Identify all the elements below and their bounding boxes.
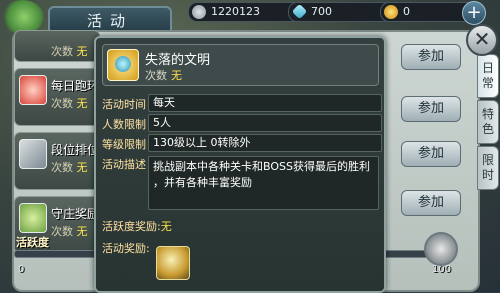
field-value-level: 130级以上 0转除外 <box>148 134 382 152</box>
field-label-desc: 活动描述 <box>102 158 146 171</box>
join-button[interactable]: 参加 <box>401 96 461 122</box>
running-man-icon <box>19 75 47 105</box>
activity-name: 段位排位 <box>51 143 100 157</box>
close-button[interactable]: ✕ <box>466 24 498 56</box>
activity-count: 次数 无 <box>51 161 88 174</box>
description-line: 挑战副本中各种关卡和BOSS获得最后的胜利 <box>153 160 370 173</box>
side-tabs: 日常 特色 限时 <box>477 54 499 192</box>
list-item[interactable]: 次数 无 <box>14 30 100 62</box>
detail-header: 失落的文明 次数无 <box>102 44 379 86</box>
activity-name: 每日跑环 <box>51 79 100 93</box>
activity-detail-popup: 失落的文明 次数无 活动时间 每天 人数限制 5人 等级限制 130级以上 0转… <box>94 36 386 293</box>
guardian-icon <box>19 203 47 233</box>
activity-count: 次数 无 <box>51 97 88 110</box>
field-value-players: 5人 <box>148 114 382 132</box>
field-label-time: 活动时间 <box>102 98 146 111</box>
field-label-level: 等级限制 <box>102 138 146 151</box>
crystal-resource: 700 <box>288 2 392 22</box>
leaf-ornament-icon <box>0 0 44 34</box>
activity-list: 次数 无 每日跑环 次数 无 段位排位 次数 无 守庄奖励 次数 无 <box>14 30 100 260</box>
scale-label: 0 <box>18 264 25 275</box>
silver-coin-icon <box>192 5 206 19</box>
gold-coin-icon <box>384 5 398 19</box>
list-item[interactable]: 段位排位 次数 无 <box>14 132 100 190</box>
activity-count: 次数 无 <box>51 225 88 238</box>
top-bar: 活动 1220123 700 0 + <box>0 0 500 38</box>
reward-label: 活动奖励: <box>102 242 150 255</box>
tab-special[interactable]: 特色 <box>477 100 499 144</box>
silver-value: 1220123 <box>211 5 260 18</box>
gold-value: 0 <box>403 5 410 18</box>
activity-icon <box>107 49 139 81</box>
activeness-reward: 活跃度奖励:无 <box>102 220 172 233</box>
sword-icon <box>19 139 47 169</box>
add-currency-button[interactable]: + <box>462 1 486 25</box>
join-button[interactable]: 参加 <box>401 141 461 167</box>
crystal-icon <box>291 3 308 20</box>
activity-name: 守庄奖励 <box>51 207 100 221</box>
detail-title: 失落的文明 <box>145 53 211 68</box>
activeness-label: 活跃度 <box>16 236 49 249</box>
final-reward-icon[interactable] <box>424 232 458 266</box>
activity-count: 次数 无 <box>51 45 88 58</box>
field-value-time: 每天 <box>148 94 382 112</box>
egg-reward-icon[interactable] <box>156 246 190 280</box>
list-item[interactable]: 每日跑环 次数 无 <box>14 68 100 126</box>
detail-count: 次数无 <box>145 69 182 82</box>
crystal-value: 700 <box>311 5 332 18</box>
tab-daily[interactable]: 日常 <box>477 54 499 98</box>
join-button[interactable]: 参加 <box>401 44 461 70</box>
field-label-players: 人数限制 <box>102 118 146 131</box>
description-box: 挑战副本中各种关卡和BOSS获得最后的胜利 ，并有各种丰富奖励 <box>148 156 379 210</box>
globe-icon <box>115 56 131 72</box>
tab-limited[interactable]: 限时 <box>477 146 499 190</box>
join-button[interactable]: 参加 <box>401 190 461 216</box>
description-line: ，并有各种丰富奖励 <box>153 176 252 189</box>
